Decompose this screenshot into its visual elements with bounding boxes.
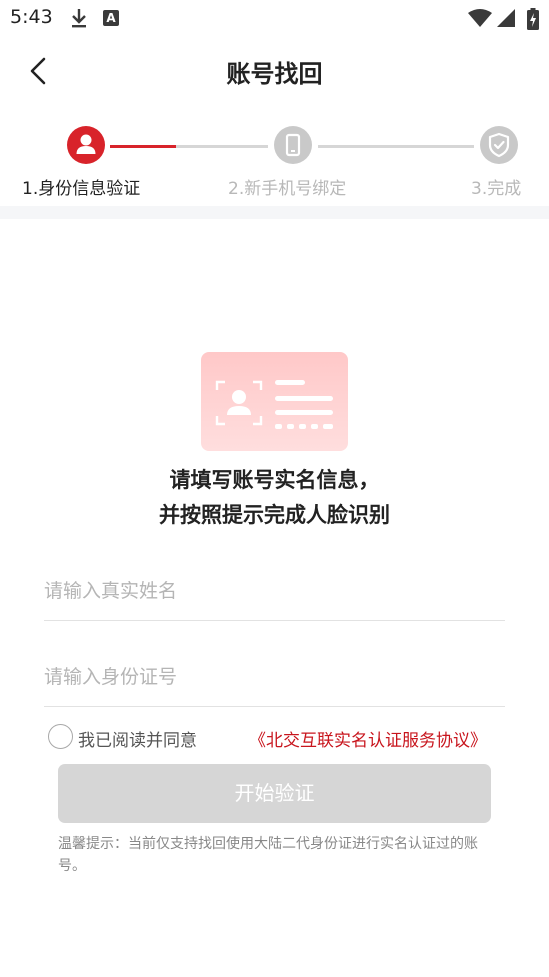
shield-check-icon — [488, 132, 510, 158]
id-number-field — [44, 647, 505, 707]
real-name-input[interactable] — [44, 561, 505, 620]
id-card-icon — [215, 380, 333, 429]
download-icon — [72, 9, 86, 28]
start-verification-button[interactable]: 开始验证 — [58, 764, 491, 823]
signal-icon — [497, 9, 515, 27]
step-2-circle — [274, 126, 312, 164]
step-connector-2 — [318, 145, 474, 148]
agreement-text: 我已阅读并同意 — [78, 731, 197, 751]
step-3-label: 3.完成 — [471, 179, 522, 199]
step-3-circle — [480, 126, 518, 164]
step-2-label: 2.新手机号绑定 — [228, 179, 347, 199]
page-title: 账号找回 — [226, 60, 323, 88]
person-icon — [76, 134, 96, 154]
instruction-line-1: 请填写账号实名信息， — [169, 468, 380, 492]
step-indicator: 1.身份信息验证 2.新手机号绑定 3.完成 — [0, 118, 549, 206]
id-card-illustration — [201, 352, 348, 451]
section-divider — [0, 206, 549, 219]
battery-icon — [527, 8, 539, 30]
agreement-link[interactable]: 《北交互联实名认证服务协议》 — [249, 726, 487, 751]
id-number-input[interactable] — [44, 647, 505, 706]
wifi-icon — [468, 9, 492, 27]
step-1-circle — [67, 126, 105, 164]
tip-text: 温馨提示：当前仅支持找回使用大陆二代身份证进行实名认证过的账号。 — [58, 836, 478, 874]
step-1-label: 1.身份信息验证 — [22, 179, 141, 199]
status-bar: 5:43 A — [0, 0, 549, 36]
app-header: 账号找回 — [0, 40, 549, 100]
real-name-field — [44, 561, 505, 621]
instruction-line-2: 并按照提示完成人脸识别 — [159, 503, 390, 527]
phone-icon — [285, 133, 301, 157]
app-a-icon: A — [103, 10, 119, 26]
agreement-checkbox[interactable] — [48, 724, 73, 749]
step-progress-fill — [110, 145, 176, 148]
status-time: 5:43 — [10, 6, 53, 28]
